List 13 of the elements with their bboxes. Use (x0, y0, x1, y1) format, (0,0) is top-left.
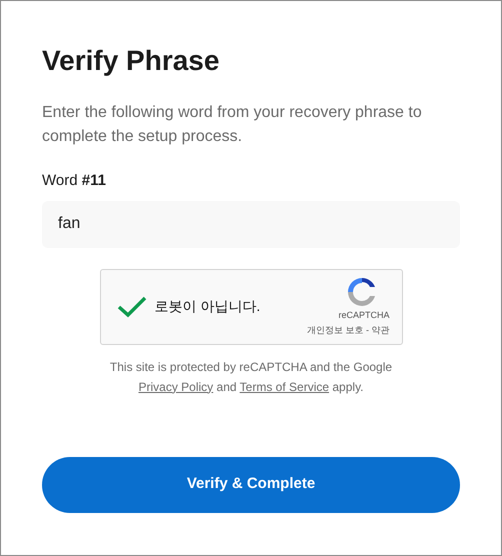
captcha-label: 로봇이 아닙니다. (154, 297, 262, 316)
word-label: Word #11 (42, 171, 106, 191)
recaptcha-brand: reCAPTCHA (338, 309, 390, 322)
recaptcha-notice: This site is protected by reCAPTCHA and the Google Privacy Policy and Terms of Service apply. (108, 358, 394, 396)
description: Enter the following word from your recovery phrase to complete the setup process. (42, 103, 423, 147)
terms-of-service-link[interactable]: Terms of Service (240, 380, 330, 394)
recaptcha-logo-icon (346, 276, 378, 308)
word-field[interactable]: fan (42, 200, 460, 248)
recaptcha-links[interactable]: 개인정보 보호 - 약관 (307, 324, 390, 337)
checkmark-icon (116, 296, 146, 318)
verify-complete-button[interactable]: Verify & Complete (42, 456, 460, 512)
privacy-policy-link[interactable]: Privacy Policy (138, 380, 214, 394)
page-title: Verify Phrase (42, 44, 220, 78)
